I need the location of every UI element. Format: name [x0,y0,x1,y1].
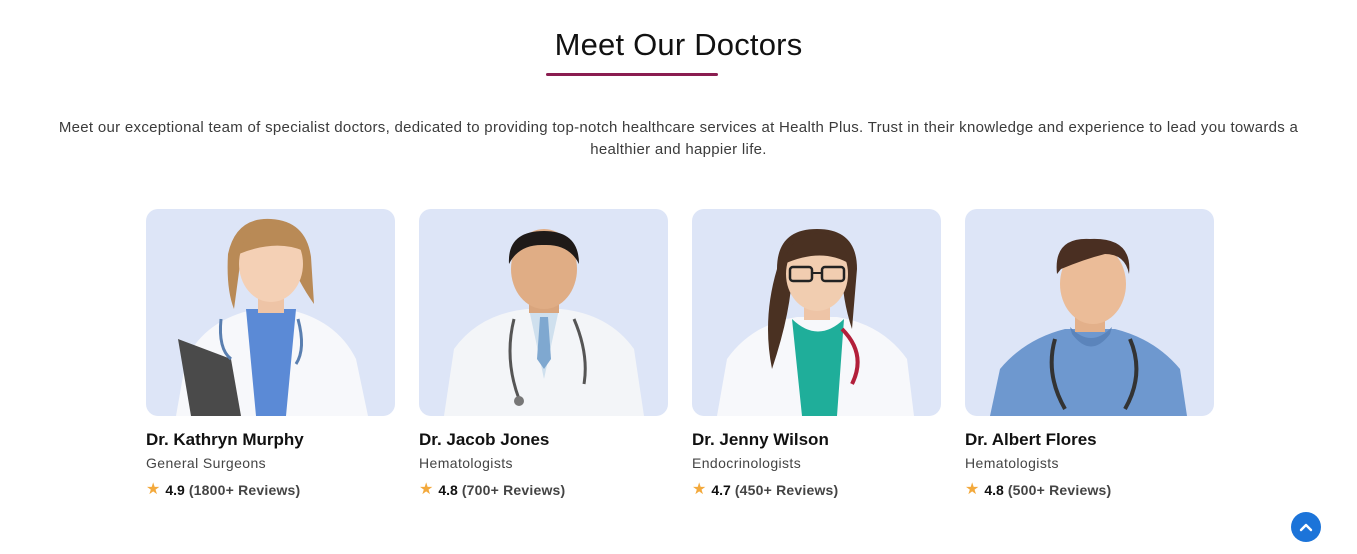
doctor-card[interactable]: Dr. Albert Flores Hematologists ★ 4.8 (5… [965,209,1214,500]
rating-score: 4.8 [438,482,458,498]
doctor-card[interactable]: Dr. Jenny Wilson Endocrinologists ★ 4.7 … [692,209,941,500]
doctor-specialty: Hematologists [965,455,1059,471]
star-icon: ★ [965,481,980,498]
doctor-card[interactable]: Dr. Jacob Jones Hematologists ★ 4.8 (700… [419,209,668,500]
section-title: Meet Our Doctors [554,27,803,62]
title-underline [546,73,718,76]
doctor-name: Dr. Jacob Jones [419,430,550,449]
doctor-rating: ★ 4.7 (450+ Reviews) [692,480,941,500]
scroll-to-top-button[interactable] [1291,512,1321,542]
doctor-rating: ★ 4.8 (500+ Reviews) [965,480,1214,500]
review-count: (450+ Reviews) [734,482,839,498]
review-count: (1800+ Reviews) [188,482,301,498]
doctor-card[interactable]: Dr. Kathryn Murphy General Surgeons ★ 4.… [146,209,395,500]
doctor-name: Dr. Albert Flores [965,430,1097,449]
doctor-photo [419,209,668,416]
doctor-specialty: General Surgeons [146,455,267,471]
doctor-specialty: Endocrinologists [692,455,802,471]
chevron-up-icon [1299,523,1313,532]
doctor-photo [965,209,1214,416]
doctor-specialty: Hematologists [419,455,513,471]
rating-score: 4.7 [711,482,731,498]
star-icon: ★ [146,481,161,498]
review-count: (700+ Reviews) [461,482,566,498]
doctor-name: Dr. Kathryn Murphy [146,430,304,449]
doctor-rating: ★ 4.8 (700+ Reviews) [419,480,668,500]
star-icon: ★ [419,481,434,498]
doctor-rating: ★ 4.9 (1800+ Reviews) [146,480,395,500]
doctor-photo [146,209,395,416]
doctor-name: Dr. Jenny Wilson [692,430,829,449]
rating-score: 4.9 [165,482,185,498]
doctor-photo [692,209,941,416]
review-count: (500+ Reviews) [1007,482,1112,498]
section-intro: Meet our exceptional team of specialist … [58,119,1299,158]
rating-score: 4.8 [984,482,1004,498]
star-icon: ★ [692,481,707,498]
